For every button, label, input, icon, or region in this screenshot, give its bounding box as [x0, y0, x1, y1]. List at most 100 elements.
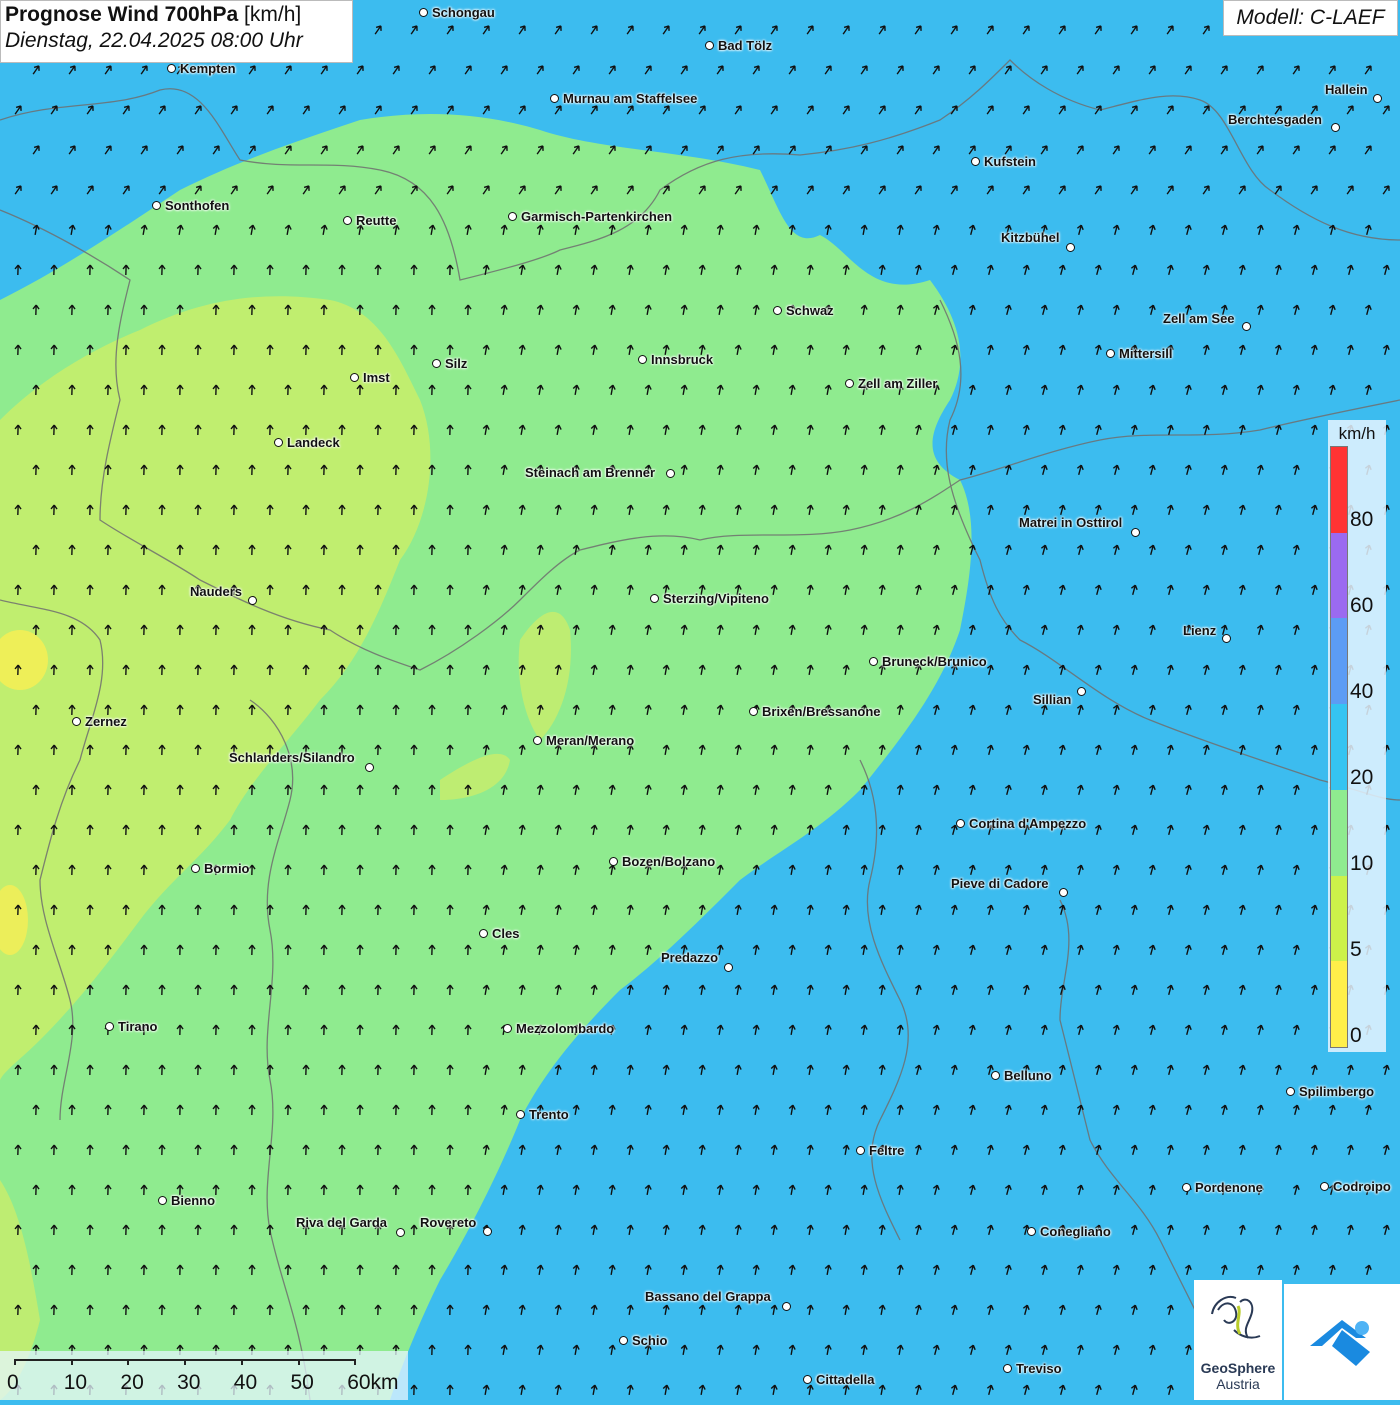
city-marker	[1077, 687, 1086, 696]
city-marker	[782, 1302, 791, 1311]
city-label: Treviso	[1016, 1361, 1062, 1376]
city-label: Sonthofen	[165, 198, 230, 213]
city-label: Garmisch-Partenkirchen	[521, 209, 673, 224]
city-label: Lienz	[1183, 623, 1217, 638]
city-marker	[550, 94, 559, 103]
app-cloud-icon	[1310, 1320, 1370, 1366]
city-marker	[350, 373, 359, 382]
city-marker	[1373, 94, 1382, 103]
legend-unit: km/h	[1338, 424, 1376, 443]
city-label: Conegliano	[1040, 1224, 1111, 1239]
city-label: Mittersill	[1119, 346, 1173, 361]
city-label: Schongau	[432, 5, 495, 20]
city-label: Landeck	[287, 435, 340, 450]
legend-label: 0	[1350, 1024, 1362, 1047]
city-label: Zell am Ziller	[858, 376, 938, 391]
city-marker	[479, 929, 488, 938]
scale-tick	[297, 1359, 300, 1365]
city-marker	[516, 1110, 525, 1119]
city-label: Feltre	[869, 1143, 905, 1158]
city-marker	[650, 594, 659, 603]
city-marker	[503, 1024, 512, 1033]
city-label: Mezzolombardo	[516, 1021, 615, 1036]
city-label: Zernez	[85, 714, 127, 729]
legend-label: 80	[1350, 508, 1374, 531]
city-label: Schlanders/Silandro	[229, 750, 355, 765]
city-label: Brixen/Bressanone	[762, 704, 881, 719]
scale-tick	[127, 1359, 130, 1365]
city-marker	[638, 355, 647, 364]
city-label: Matrei in Osttirol	[1019, 515, 1123, 530]
city-marker	[1131, 528, 1140, 537]
city-marker	[1182, 1183, 1191, 1192]
legend-label: 10	[1350, 852, 1374, 875]
forecast-datetime: Dienstag, 22.04.2025 08:00 Uhr	[5, 29, 303, 52]
logo-line2: Austria	[1216, 1376, 1260, 1392]
city-marker	[432, 359, 441, 368]
city-label: Berchtesgaden	[1228, 112, 1322, 127]
city-label: Bad Tölz	[718, 38, 773, 53]
city-label: Reutte	[356, 213, 397, 228]
scale-label: 10	[63, 1371, 88, 1394]
city-marker	[1059, 888, 1068, 897]
city-label: Bormio	[204, 861, 250, 876]
city-label: Meran/Merano	[546, 733, 635, 748]
scale-label: 0	[7, 1371, 19, 1394]
legend-label: 40	[1350, 680, 1374, 703]
city-label: Bruneck/Brunico	[882, 654, 987, 669]
city-marker	[971, 157, 980, 166]
scale-label: 50	[290, 1371, 314, 1394]
city-label: Bassano del Grappa	[645, 1289, 771, 1304]
city-marker	[158, 1196, 167, 1205]
scale-tick	[70, 1359, 73, 1365]
city-marker	[956, 819, 965, 828]
city-marker	[396, 1228, 405, 1237]
city-label: Schio	[632, 1333, 668, 1348]
city-marker	[191, 864, 200, 873]
city-label: Rovereto	[420, 1215, 477, 1230]
logo-line1: GeoSphere	[1200, 1360, 1276, 1376]
city-marker	[1222, 634, 1231, 643]
scale-label: 20	[120, 1371, 144, 1394]
city-marker	[724, 963, 733, 972]
city-marker	[533, 736, 542, 745]
city-label: Spilimbergo	[1299, 1084, 1375, 1099]
geosphere-icon	[1211, 1296, 1261, 1339]
city-label: Pieve di Cadore	[951, 876, 1049, 891]
city-label: Predazzo	[661, 950, 719, 965]
city-marker	[343, 216, 352, 225]
legend-swatch	[1331, 532, 1347, 619]
scale-tick	[14, 1359, 16, 1365]
city-label: Bienno	[171, 1193, 216, 1208]
scale-label: 30	[177, 1371, 201, 1394]
city-label: Imst	[363, 370, 390, 385]
city-label: Kempten	[180, 61, 236, 76]
city-marker	[1242, 322, 1251, 331]
city-label: Kitzbühel	[1001, 230, 1060, 245]
city-label: Steinach am Brenner	[525, 465, 656, 480]
city-label: Innsbruck	[651, 352, 714, 367]
city-label: Bozen/Bolzano	[622, 854, 716, 869]
city-label: Tirano	[118, 1019, 158, 1034]
city-marker	[1003, 1364, 1012, 1373]
city-marker	[1066, 243, 1075, 252]
legend-swatch	[1331, 875, 1347, 962]
legend-swatch	[1331, 961, 1347, 1047]
title-unit: [km/h]	[238, 3, 302, 26]
city-label: Riva del Garda	[296, 1215, 388, 1230]
city-marker	[749, 707, 758, 716]
city-label: Belluno	[1004, 1068, 1052, 1083]
legend-swatch	[1331, 447, 1347, 533]
city-label: Sterzing/Vipiteno	[663, 591, 769, 606]
geosphere-logo: GeoSphere Austria	[1194, 1280, 1282, 1400]
city-label: Trento	[529, 1107, 569, 1122]
legend-label: 20	[1350, 766, 1374, 789]
city-marker	[483, 1227, 492, 1236]
city-marker	[705, 41, 714, 50]
city-label: Cortina d'Ampezzo	[969, 816, 1087, 831]
city-label: Zell am See	[1163, 311, 1235, 326]
city-marker	[609, 857, 618, 866]
city-marker	[869, 657, 878, 666]
map-title: Prognose Wind 700hPa [km/h]	[5, 3, 348, 27]
legend-label: 5	[1350, 938, 1362, 961]
